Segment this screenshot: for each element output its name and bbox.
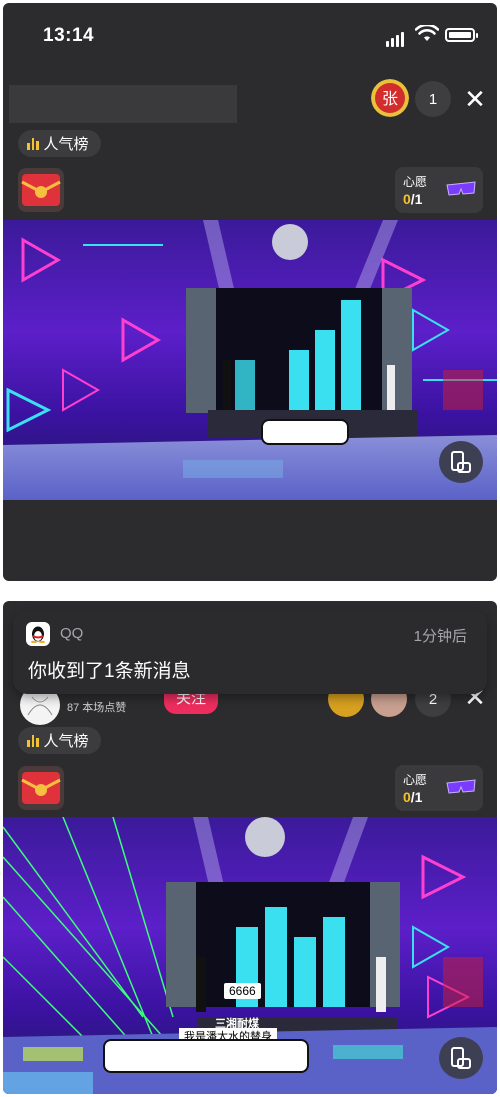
rotate-screen-icon (451, 1047, 471, 1069)
popularity-rank-button[interactable]: 人气榜 (18, 727, 101, 754)
status-time: 13:14 (43, 25, 95, 46)
rotate-screen-button[interactable] (439, 441, 483, 483)
live-stream-video[interactable] (3, 220, 497, 500)
top-contributor-avatar[interactable]: 张 (371, 79, 409, 117)
likes-count: 87 本场点赞 (67, 702, 127, 714)
rotate-screen-button[interactable] (439, 1037, 483, 1079)
wish-title: 心愿 (403, 175, 428, 189)
wish-progress: 0/1 (403, 191, 423, 207)
wish-title: 心愿 (403, 773, 428, 787)
rotate-screen-icon (451, 451, 471, 473)
rank-label: 人气榜 (43, 136, 89, 153)
chart-bars-icon (27, 734, 39, 747)
host-info-redacted (9, 85, 237, 123)
qq-notification-banner[interactable]: QQ 1分钟后 你收到了1条新消息 (13, 610, 487, 694)
glasses-icon (446, 181, 476, 196)
svg-text:张: 张 (382, 89, 398, 108)
redacted-caption (103, 1039, 309, 1073)
wifi-icon (415, 25, 439, 41)
viewer-count[interactable]: 1 (415, 81, 451, 117)
redacted-caption (261, 419, 349, 445)
qq-penguin-icon (26, 622, 50, 646)
wish-progress: 0/1 (403, 789, 423, 805)
stage-scene (3, 220, 497, 500)
status-bar: 13:14 (3, 3, 497, 67)
stage-score: 6666 (224, 983, 261, 999)
notification-time: 1分钟后 (413, 628, 467, 645)
glasses-icon (446, 779, 476, 794)
close-icon[interactable]: ✕ (459, 83, 491, 115)
wish-widget[interactable]: 心愿 0/1 (395, 167, 483, 213)
notification-message: 你收到了1条新消息 (28, 661, 191, 682)
gift-envelope-icon[interactable] (18, 766, 64, 810)
gift-envelope-icon[interactable] (18, 168, 64, 212)
battery-icon (445, 28, 478, 42)
wish-widget[interactable]: 心愿 0/1 (395, 765, 483, 811)
live-room-panel-top: 13:14 张 1 ✕ 人气榜 心愿 0/1 (3, 3, 497, 581)
popularity-rank-button[interactable]: 人气榜 (18, 130, 101, 157)
notification-app-name: QQ (60, 625, 84, 642)
signal-icon (386, 29, 406, 47)
chart-bars-icon (27, 137, 39, 150)
rank-label: 人气榜 (43, 733, 89, 750)
live-stream-video[interactable]: 6666 三湘耐煤 我是潘太水的替身 (3, 817, 497, 1094)
